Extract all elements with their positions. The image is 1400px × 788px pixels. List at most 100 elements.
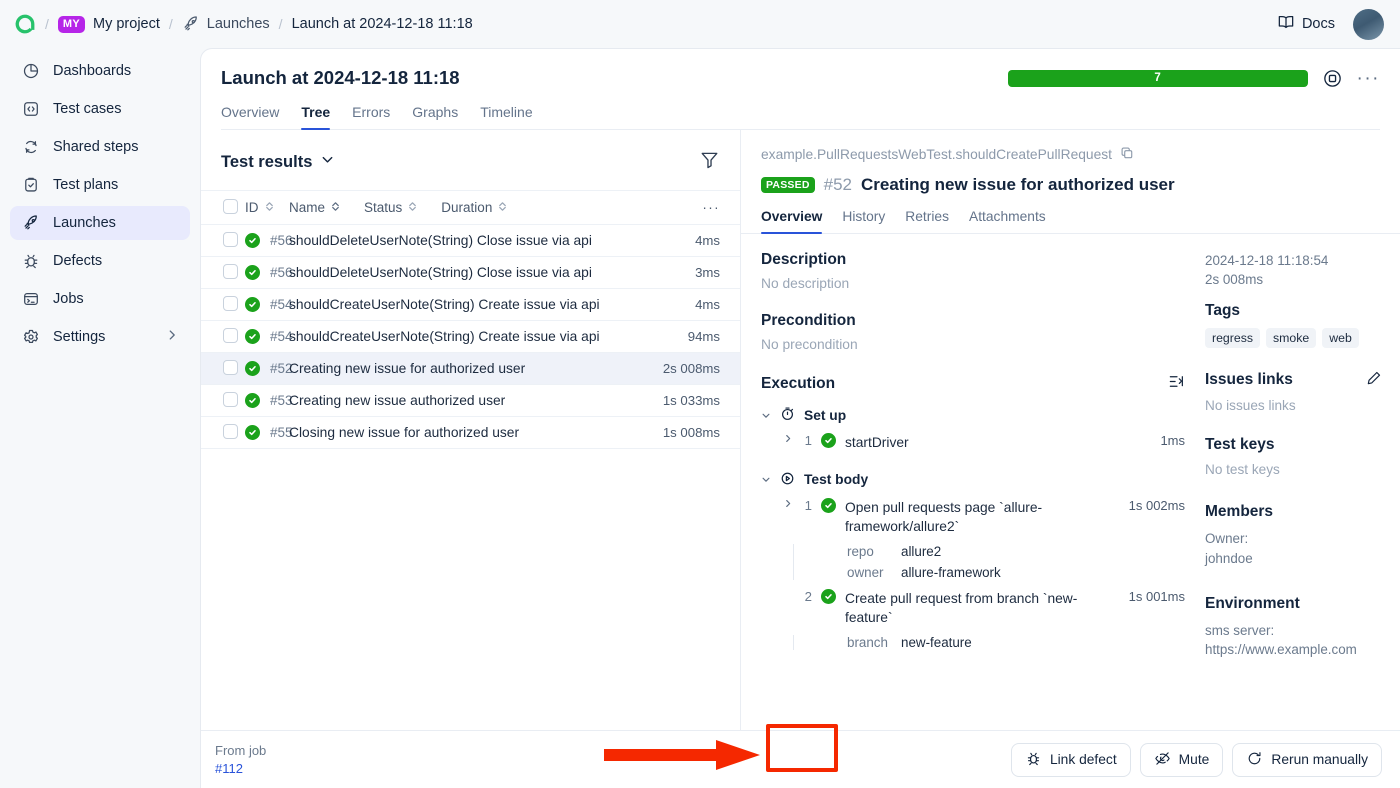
detail-tab-retries[interactable]: Retries — [905, 209, 949, 233]
sidebar-item-test-cases[interactable]: Test cases — [10, 92, 190, 126]
stop-record-icon[interactable] — [1322, 68, 1343, 89]
select-all-checkbox[interactable] — [223, 198, 238, 214]
docs-button[interactable]: Docs — [1277, 13, 1335, 35]
main-card: Launch at 2024-12-18 11:18 7 ··· Overvie… — [200, 48, 1400, 788]
status-passed-icon — [245, 425, 260, 440]
play-circle-icon — [780, 471, 795, 489]
test-results-table: ID Name Status Duration ··· #56 shouldDe… — [201, 190, 740, 449]
launch-header: Launch at 2024-12-18 11:18 7 ··· Overvie… — [201, 49, 1400, 130]
sidebar-item-launches[interactable]: Launches — [10, 206, 190, 240]
status-passed-icon — [245, 361, 260, 376]
chevron-down-icon[interactable] — [761, 474, 771, 485]
environment-heading: Environment — [1205, 594, 1300, 612]
user-avatar[interactable] — [1353, 8, 1384, 40]
row-duration: 4ms — [648, 288, 740, 321]
from-job-block: From job #112 — [215, 742, 266, 777]
row-checkbox[interactable] — [223, 231, 238, 247]
pencil-icon[interactable] — [1366, 370, 1382, 391]
status-passed-icon — [245, 297, 260, 312]
test-results-header: Test results — [201, 130, 740, 190]
sort-icon-id — [264, 200, 275, 215]
step-parameters: repo allure2 owner allure-framework — [793, 543, 1185, 580]
table-body: #56 shouldDeleteUserNote(String) Close i… — [201, 224, 740, 449]
chevron-right-icon[interactable] — [783, 498, 793, 509]
tab-overview[interactable]: Overview — [221, 104, 279, 129]
step-duration: 1s 001ms — [1128, 588, 1185, 604]
step-row[interactable]: 1 startDriver 1ms — [761, 433, 1185, 453]
column-header-id[interactable]: ID — [245, 190, 289, 225]
chevron-down-icon[interactable] — [320, 152, 335, 172]
progress-bar[interactable]: 7 — [1007, 69, 1308, 87]
table-more-icon[interactable]: ··· — [648, 190, 740, 225]
execution-header: Execution — [761, 373, 1185, 395]
status-passed-icon — [245, 329, 260, 344]
step-row[interactable]: 1 Open pull requests page `allure-framew… — [761, 497, 1185, 537]
row-name: Creating new issue for authorized user — [289, 352, 648, 385]
row-name: Creating new issue authorized user — [289, 384, 648, 417]
column-header-duration[interactable]: Duration — [441, 200, 508, 215]
sidebar-label-test-plans: Test plans — [53, 177, 119, 193]
detail-tab-overview[interactable]: Overview — [761, 209, 823, 234]
row-id: #53 — [245, 384, 293, 417]
step-row[interactable]: 2 Create pull request from branch `new-f… — [761, 588, 1185, 628]
row-checkbox[interactable] — [223, 391, 238, 407]
step-parameters: branch new-feature — [793, 634, 1185, 650]
table-row[interactable]: #55 Closing new issue for authorized use… — [201, 416, 740, 449]
tag-item[interactable]: smoke — [1266, 327, 1317, 348]
sidebar-item-dashboards[interactable]: Dashboards — [10, 54, 190, 88]
row-checkbox[interactable] — [223, 359, 238, 375]
test-keys-heading: Test keys — [1205, 435, 1275, 453]
breadcrumb-launches[interactable]: Launches — [207, 16, 270, 32]
tab-timeline[interactable]: Timeline — [480, 104, 532, 129]
row-checkbox[interactable] — [223, 263, 238, 279]
detail-tab-history[interactable]: History — [842, 209, 885, 233]
sidebar-item-settings[interactable]: Settings — [10, 320, 190, 354]
allure-logo-icon[interactable] — [14, 13, 36, 35]
copy-icon[interactable] — [1120, 146, 1134, 163]
rerun-manually-button[interactable]: Rerun manually — [1232, 742, 1382, 777]
chevron-down-icon[interactable] — [761, 410, 771, 421]
sidebar-item-jobs[interactable]: Jobs — [10, 282, 190, 316]
table-row[interactable]: #54 shouldCreateUserNote(String) Create … — [201, 320, 740, 353]
tab-graphs[interactable]: Graphs — [412, 104, 458, 129]
step-number: 1 — [804, 433, 812, 448]
page-title: Launch at 2024-12-18 11:18 — [221, 67, 460, 88]
row-checkbox[interactable] — [223, 295, 238, 311]
launch-more-icon[interactable]: ··· — [1357, 69, 1380, 88]
table-row[interactable]: #54 shouldCreateUserNote(String) Create … — [201, 288, 740, 321]
column-label-status: Status — [364, 200, 403, 215]
sidebar-item-test-plans[interactable]: Test plans — [10, 168, 190, 202]
chevron-right-icon[interactable] — [783, 433, 793, 444]
sort-icon-duration — [497, 200, 508, 215]
sidebar-item-defects[interactable]: Defects — [10, 244, 190, 278]
link-defect-button[interactable]: Link defect — [1010, 742, 1131, 777]
table-row-selected[interactable]: #52 Creating new issue for authorized us… — [201, 352, 740, 385]
row-id: #56 — [245, 256, 293, 289]
sidebar-item-shared-steps[interactable]: Shared steps — [10, 130, 190, 164]
tag-item[interactable]: regress — [1205, 327, 1261, 348]
row-duration: 4ms — [648, 224, 740, 257]
test-fullname: example.PullRequestsWebTest.shouldCreate… — [761, 147, 1112, 162]
status-passed-icon — [245, 233, 260, 248]
expand-steps-icon[interactable] — [1168, 373, 1185, 395]
table-row[interactable]: #56 shouldDeleteUserNote(String) Close i… — [201, 256, 740, 289]
tab-errors[interactable]: Errors — [352, 104, 390, 129]
tag-item[interactable]: web — [1322, 327, 1359, 348]
status-badge: PASSED — [761, 176, 815, 194]
table-row[interactable]: #56 shouldDeleteUserNote(String) Close i… — [201, 224, 740, 257]
detail-tab-attachments[interactable]: Attachments — [969, 209, 1046, 233]
column-header-name[interactable]: Name Status Duration — [289, 190, 648, 225]
tab-tree[interactable]: Tree — [301, 104, 330, 130]
row-checkbox[interactable] — [223, 423, 238, 439]
from-job-link[interactable]: #112 — [215, 761, 243, 776]
row-checkbox[interactable] — [223, 327, 238, 343]
breadcrumb-project[interactable]: My project — [93, 16, 160, 32]
mute-button[interactable]: Mute — [1139, 742, 1224, 777]
funnel-icon[interactable] — [699, 149, 720, 175]
table-row[interactable]: #53 Creating new issue authorized user 1… — [201, 384, 740, 417]
column-header-status[interactable]: Status — [364, 200, 418, 215]
group-header[interactable]: Test body — [761, 471, 1185, 489]
refresh-icon — [21, 138, 40, 157]
project-badge[interactable]: MY — [57, 15, 85, 33]
group-header[interactable]: Set up — [761, 406, 1185, 424]
